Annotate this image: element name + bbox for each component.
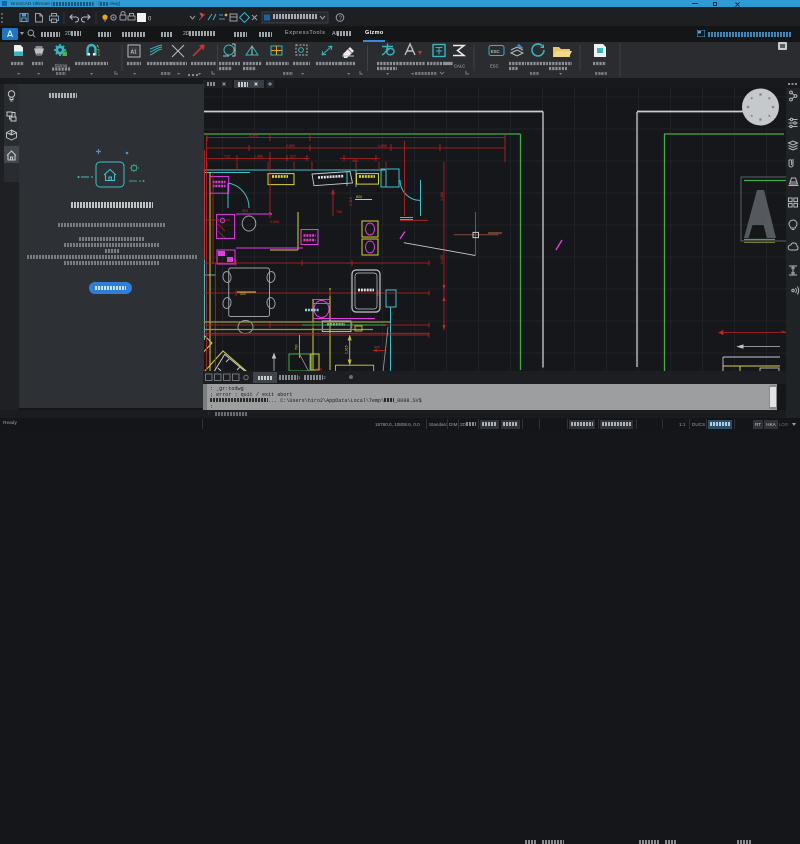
svg-text:730: 730 xyxy=(295,344,299,350)
svg-text:1: 1 xyxy=(98,52,101,58)
svg-text:ESC: ESC xyxy=(491,49,500,54)
svg-text:0: 0 xyxy=(148,17,152,23)
svg-text:780: 780 xyxy=(303,239,309,243)
svg-text:400: 400 xyxy=(374,346,380,350)
svg-text:Gizmo: Gizmo xyxy=(55,63,68,68)
svg-text:1,115: 1,115 xyxy=(349,197,353,206)
svg-text:450: 450 xyxy=(352,159,358,163)
svg-text:1,460: 1,460 xyxy=(254,155,263,159)
svg-text:9,300: 9,300 xyxy=(249,134,258,138)
svg-text:ESC: ESC xyxy=(490,63,499,68)
svg-text:2,800: 2,800 xyxy=(286,144,295,148)
svg-text:800: 800 xyxy=(356,195,362,199)
svg-text:1,043: 1,043 xyxy=(270,220,279,224)
svg-text:1,800: 1,800 xyxy=(378,144,387,148)
svg-text:300: 300 xyxy=(242,209,248,213)
svg-text:1,180: 1,180 xyxy=(440,192,444,201)
svg-text:723: 723 xyxy=(224,155,230,159)
svg-text:2,405: 2,405 xyxy=(440,255,444,264)
svg-text:1,315: 1,315 xyxy=(345,345,349,354)
svg-text:700: 700 xyxy=(336,210,342,214)
svg-text:617: 617 xyxy=(290,155,296,159)
svg-text:CALC: CALC xyxy=(454,63,465,68)
svg-text:A1: A1 xyxy=(131,50,137,56)
